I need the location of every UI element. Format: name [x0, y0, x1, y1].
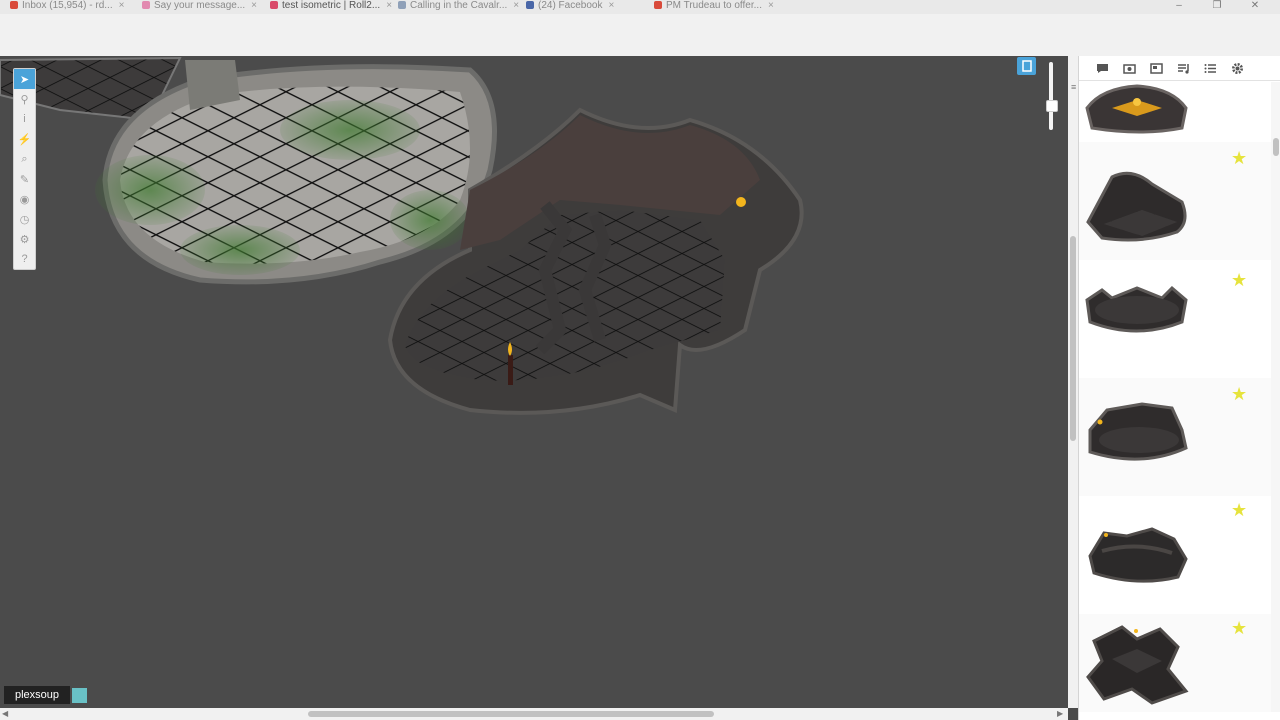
list-item[interactable]: ★ [1079, 614, 1271, 712]
roll20-icon [270, 1, 278, 10]
scroll-right-arrow-icon[interactable]: ▶ [1057, 708, 1063, 720]
tile-thumbnail[interactable] [1082, 511, 1192, 601]
collections-icon[interactable] [1197, 58, 1224, 78]
close-icon[interactable]: × [513, 0, 519, 11]
list-item[interactable] [1079, 82, 1271, 142]
browser-tab[interactable]: PM Trudeau to offer... × [654, 0, 778, 14]
settings-icon[interactable] [1224, 58, 1251, 78]
zoom-tool-icon[interactable]: ⌕ [14, 149, 35, 169]
tile-thumbnail[interactable] [1082, 260, 1192, 350]
zoom-slider-handle[interactable] [1046, 100, 1058, 112]
browser-tab[interactable]: Say your message... × [142, 0, 266, 14]
toolbox: ➤ ⚲ i ⚡ ⌕ ✎ ◉ ◷ ⚙ ? [13, 68, 36, 270]
minimize-button[interactable]: – [1166, 0, 1192, 14]
list-item[interactable]: ★ [1079, 496, 1271, 614]
art-library-list: ★ ★ ★ ★ ★ [1079, 82, 1271, 712]
sidebar-scroll-thumb[interactable] [1273, 138, 1279, 156]
torch-icon [736, 197, 746, 207]
pin-tool-icon[interactable]: ⚲ [14, 89, 35, 109]
art-library-icon[interactable] [1116, 58, 1143, 78]
horizontal-scrollbar[interactable]: ◀ ▶ [0, 708, 1068, 720]
tile-thumbnail[interactable] [1082, 619, 1192, 709]
dungeon-map[interactable] [0, 56, 1068, 708]
page-icon [1021, 60, 1032, 72]
browser-tabstrip: Inbox (15,954) - rd... × Say your message… [0, 0, 1280, 14]
vertical-scroll-thumb[interactable] [1070, 236, 1076, 441]
browser-toolbar [0, 14, 1280, 57]
turn-tool-icon[interactable]: ◷ [14, 209, 35, 229]
vertical-scrollbar[interactable] [1068, 56, 1078, 708]
favorite-star-icon[interactable]: ★ [1231, 270, 1247, 291]
horizontal-scroll-thumb[interactable] [308, 711, 714, 717]
help-tool-icon[interactable]: ? [14, 249, 35, 269]
sidebar-tabs [1079, 56, 1280, 81]
candle [508, 355, 513, 385]
draw-tool-icon[interactable]: ✎ [14, 169, 35, 189]
player-nameplate[interactable]: plexsoup [4, 686, 88, 704]
gmail-icon [10, 1, 18, 10]
close-icon[interactable]: × [251, 0, 257, 11]
zoom-slider[interactable] [1049, 62, 1053, 130]
jukebox-icon[interactable] [1170, 58, 1197, 78]
fog-tool-icon[interactable]: ◉ [14, 189, 35, 209]
browser-tab[interactable]: (24) Facebook × [526, 0, 650, 14]
close-icon[interactable]: × [119, 0, 125, 11]
close-window-button[interactable]: ✕ [1242, 0, 1268, 14]
select-tool-icon[interactable]: ➤ [14, 69, 35, 89]
close-icon[interactable]: × [608, 0, 614, 11]
page-toolbar-button[interactable] [1017, 57, 1036, 75]
player-color-swatch[interactable] [72, 687, 88, 703]
favorite-star-icon[interactable]: ★ [1231, 500, 1247, 521]
facebook-icon [526, 1, 534, 10]
site-icon [398, 1, 406, 10]
chat-icon[interactable] [1089, 58, 1116, 78]
site-icon [654, 1, 662, 10]
tile-thumbnail[interactable] [1082, 82, 1192, 138]
sidebar-scrollbar[interactable] [1271, 82, 1280, 712]
list-item[interactable]: ★ [1079, 378, 1271, 496]
journal-icon[interactable] [1143, 58, 1170, 78]
browser-tab[interactable]: Inbox (15,954) - rd... × [10, 0, 138, 14]
tile-thumbnail[interactable] [1082, 162, 1192, 252]
list-item[interactable]: ★ [1079, 142, 1271, 260]
lightning-tool-icon[interactable]: ⚡ [14, 129, 35, 149]
map-canvas[interactable] [0, 56, 1068, 708]
favorite-star-icon[interactable]: ★ [1231, 148, 1247, 169]
dice-tool-icon[interactable]: ⚙ [14, 229, 35, 249]
player-name: plexsoup [4, 686, 71, 704]
site-icon [142, 1, 150, 10]
favorite-star-icon[interactable]: ★ [1231, 618, 1247, 639]
collapse-sidebar-icon[interactable]: ≡ [1071, 82, 1076, 92]
close-icon[interactable]: × [386, 0, 392, 11]
browser-tab-active[interactable]: test isometric | Roll2... × [270, 0, 394, 14]
browser-tab[interactable]: Calling in the Cavalr... × [398, 0, 522, 14]
scroll-left-arrow-icon[interactable]: ◀ [2, 708, 8, 720]
close-icon[interactable]: × [768, 0, 774, 11]
tile-thumbnail[interactable] [1082, 390, 1192, 480]
info-tool-icon[interactable]: i [14, 109, 35, 129]
maximize-button[interactable]: ❐ [1204, 0, 1230, 14]
list-item[interactable]: ★ [1079, 260, 1271, 378]
sidebar: ≡ ★ ★ ★ ★ ★ [1071, 56, 1280, 720]
favorite-star-icon[interactable]: ★ [1231, 384, 1247, 405]
